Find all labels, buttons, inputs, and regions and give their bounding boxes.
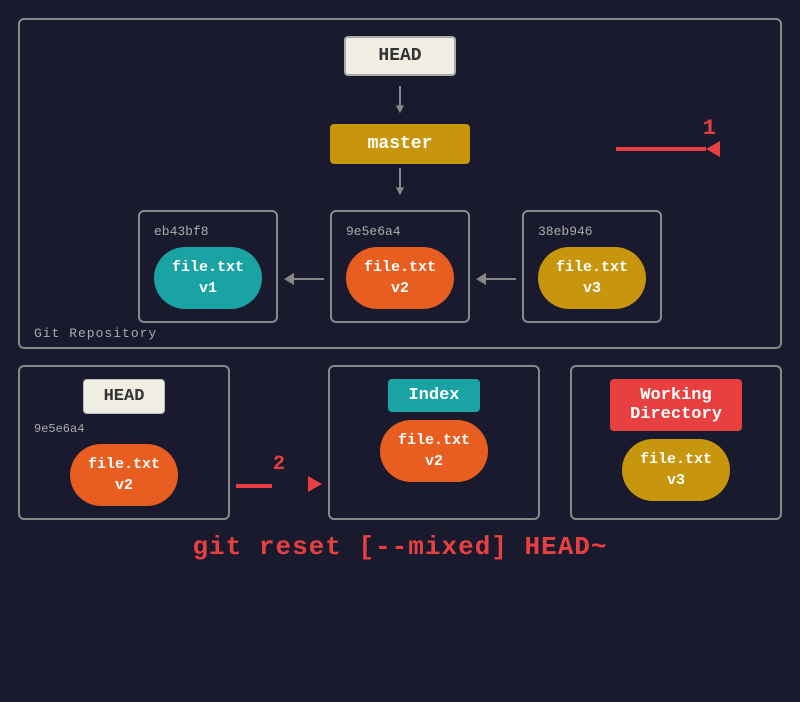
hash-38eb946: 38eb946 [538, 224, 593, 239]
spacer [540, 365, 570, 520]
head-area-pill: file.txtv2 [70, 444, 178, 506]
index-area-pill: file.txtv2 [380, 420, 488, 482]
head-area-hash: 9e5e6a4 [34, 422, 84, 436]
head-to-master-connector [40, 86, 760, 108]
commit-eb43bf8: eb43bf8 file.txtv1 [138, 210, 278, 323]
head-area: HEAD 9e5e6a4 file.txtv2 [18, 365, 230, 520]
head-row: HEAD [40, 36, 760, 76]
index-area: Index file.txtv2 [328, 365, 540, 520]
number-2-badge: 2 [273, 453, 285, 476]
arrow-2: 2 [230, 425, 328, 520]
git-repository-section: HEAD ▼ master 1 ▼ eb43bf8 file.txtv1 [18, 18, 782, 349]
git-command: git reset [--mixed] HEAD~ [18, 532, 782, 562]
hash-eb43bf8: eb43bf8 [154, 224, 209, 239]
master-to-commits-connector [40, 168, 760, 190]
commit-38eb946: 38eb946 file.txtv3 [522, 210, 662, 323]
head-area-header: HEAD [83, 379, 166, 414]
number-1-badge: 1 [703, 116, 716, 141]
commits-row: eb43bf8 file.txtv1 9e5e6a4 file.txtv2 38… [40, 210, 760, 323]
commit-9e5e6a4: 9e5e6a4 file.txtv2 [330, 210, 470, 323]
arrow-commit-left-2 [476, 273, 516, 285]
bottom-section: HEAD 9e5e6a4 file.txtv2 2 Index file.txt… [18, 365, 782, 562]
working-directory-pill: file.txtv3 [622, 439, 730, 501]
arrow-commit-left-1 [284, 273, 324, 285]
master-box: master [330, 124, 471, 164]
master-row: master 1 [40, 124, 760, 164]
areas-row: HEAD 9e5e6a4 file.txtv2 2 Index file.txt… [18, 365, 782, 520]
pill-v2: file.txtv2 [346, 247, 454, 309]
hash-9e5e6a4: 9e5e6a4 [346, 224, 401, 239]
working-directory-area: WorkingDirectory file.txtv3 [570, 365, 782, 520]
pill-v1: file.txtv1 [154, 247, 262, 309]
arrow-1 [616, 141, 720, 157]
pill-v3: file.txtv3 [538, 247, 646, 309]
working-directory-header: WorkingDirectory [610, 379, 742, 431]
git-repository-label: Git Repository [34, 326, 157, 341]
index-area-header: Index [388, 379, 479, 412]
head-box: HEAD [344, 36, 455, 76]
